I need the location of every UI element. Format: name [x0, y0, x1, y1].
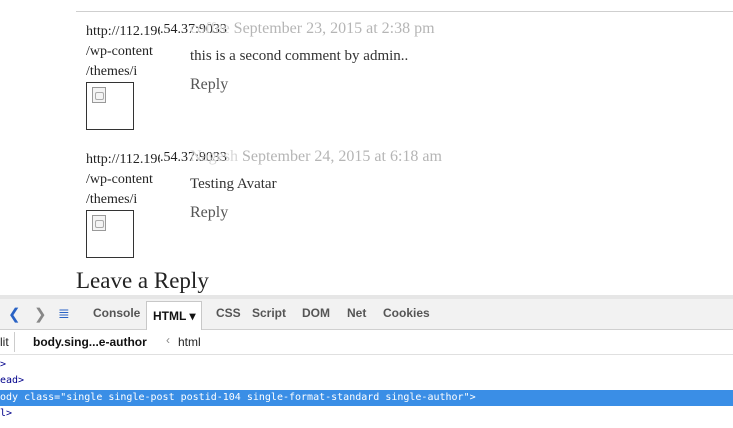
avatar-url-line-2: /wp-content: [86, 44, 153, 59]
comment-meta: Nagesh September 24, 2015 at 6:18 am: [190, 148, 442, 166]
command-line-icon[interactable]: ≣: [58, 305, 70, 322]
tab-console[interactable]: Console: [93, 306, 140, 320]
tab-dom[interactable]: DOM: [302, 306, 330, 320]
comment-divider: [76, 11, 733, 12]
leave-reply-heading: Leave a Reply: [76, 268, 209, 293]
comment-text: this is a second comment by admin..: [190, 48, 409, 64]
breadcrumb: lit body.sing...e-author ‹ html: [0, 330, 733, 355]
avatar-alt-text: http://112.196.54.37:9033 /wp-content /t…: [86, 22, 160, 82]
breadcrumb-parent[interactable]: html: [178, 335, 201, 349]
tree-node-selected[interactable]: ody class="single single-post postid-104…: [0, 390, 733, 406]
tab-css[interactable]: CSS: [216, 306, 241, 320]
broken-image-icon: [92, 87, 106, 103]
avatar-image: [86, 210, 134, 258]
comment-meta: coffee September 23, 2015 at 2:38 pm: [190, 20, 435, 38]
tab-cookies[interactable]: Cookies: [383, 306, 430, 320]
avatar-url-line-1: http://112.196.54.37:9033: [86, 152, 160, 167]
back-arrow-icon[interactable]: ❮: [8, 305, 21, 323]
avatar-url-line-2: /wp-content: [86, 172, 153, 187]
edit-button[interactable]: lit: [0, 335, 9, 349]
comment-date[interactable]: September 23, 2015 at 2:38 pm: [234, 20, 435, 37]
forward-arrow-icon[interactable]: ❯: [34, 305, 47, 323]
avatar-image: [86, 82, 134, 130]
comment-author[interactable]: Nagesh: [190, 148, 238, 165]
breadcrumb-divider: [14, 332, 15, 352]
avatar-url-line-3: /themes/i: [86, 192, 138, 207]
reply-link[interactable]: Reply: [190, 76, 228, 94]
tab-html[interactable]: HTML ▾: [146, 301, 203, 330]
broken-image-icon: [92, 215, 106, 231]
tab-net[interactable]: Net: [347, 306, 366, 320]
avatar-url-line-1: http://112.196.54.37:9033: [86, 24, 160, 39]
tree-node[interactable]: ead>: [0, 373, 733, 389]
devtools-toolbar: ❮ ❯ ≣ Console HTML ▾ CSS Script DOM Net …: [0, 299, 733, 330]
tree-node[interactable]: >: [0, 357, 733, 373]
tree-node[interactable]: l>: [0, 406, 733, 422]
comment-date[interactable]: September 24, 2015 at 6:18 am: [242, 148, 442, 165]
breadcrumb-current[interactable]: body.sing...e-author: [33, 335, 147, 349]
reply-link[interactable]: Reply: [190, 204, 228, 222]
comment-text: Testing Avatar: [190, 176, 277, 192]
tab-script[interactable]: Script: [252, 306, 286, 320]
avatar-url-line-3: /themes/i: [86, 64, 138, 79]
comment-author[interactable]: coffee: [190, 20, 230, 37]
avatar-alt-text: http://112.196.54.37:9033 /wp-content /t…: [86, 150, 160, 210]
chevron-left-icon: ‹: [166, 333, 170, 347]
devtools-panel: ❮ ❯ ≣ Console HTML ▾ CSS Script DOM Net …: [0, 299, 733, 428]
